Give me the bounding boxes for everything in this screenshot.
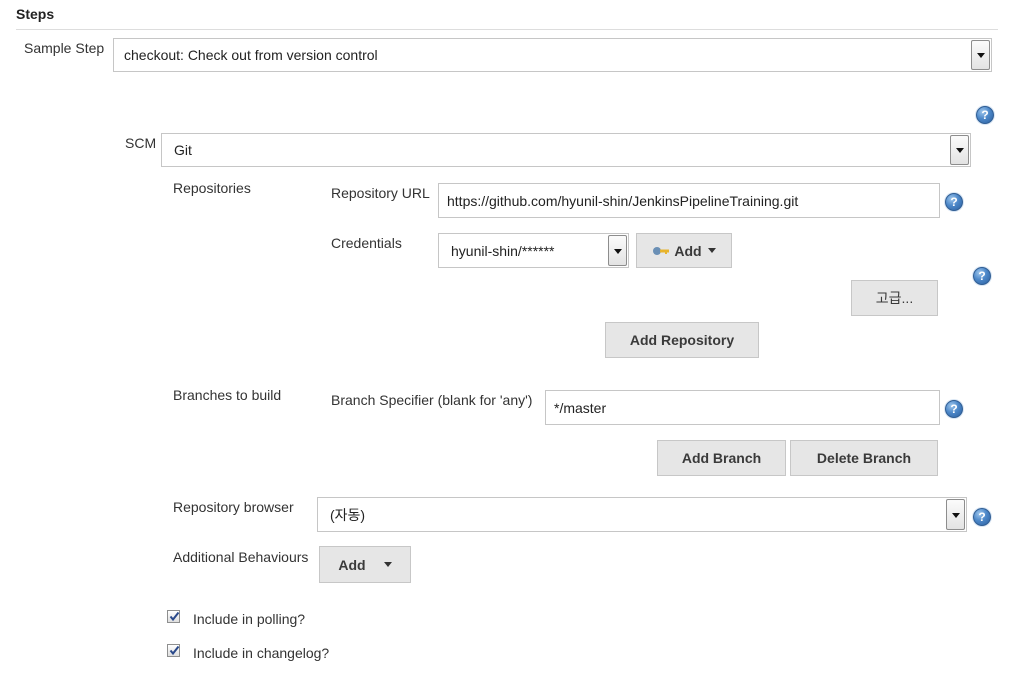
repositories-label: Repositories bbox=[173, 180, 251, 196]
scm-label: SCM bbox=[125, 135, 157, 151]
additional-behaviours-label: Additional Behaviours bbox=[173, 549, 309, 565]
include-polling-checkbox[interactable] bbox=[167, 610, 180, 623]
include-changelog-label: Include in changelog? bbox=[193, 645, 330, 661]
repository-browser-select[interactable]: (자동) bbox=[317, 497, 967, 532]
section-title: Steps bbox=[16, 6, 55, 22]
help-icon[interactable]: ? bbox=[973, 267, 991, 285]
include-changelog-checkbox[interactable] bbox=[167, 644, 180, 657]
scm-value: Git bbox=[174, 142, 192, 158]
repository-browser-label: Repository browser bbox=[173, 499, 294, 515]
add-repository-button[interactable]: Add Repository bbox=[605, 322, 759, 358]
help-icon[interactable]: ? bbox=[945, 400, 963, 418]
key-icon bbox=[652, 243, 670, 259]
additional-behaviours-add-label: Add bbox=[338, 556, 366, 573]
additional-behaviours-add-button[interactable]: Add bbox=[319, 546, 411, 583]
help-icon[interactable]: ? bbox=[976, 106, 994, 124]
branch-specifier-input[interactable] bbox=[545, 390, 940, 425]
scm-select[interactable]: Git bbox=[161, 133, 971, 167]
sample-step-label: Sample Step bbox=[24, 40, 105, 56]
chevron-down-icon bbox=[707, 248, 716, 253]
credentials-select[interactable]: hyunil-shin/****** bbox=[438, 233, 629, 268]
chevron-down-icon[interactable] bbox=[971, 40, 990, 70]
repository-url-input[interactable] bbox=[438, 183, 940, 218]
credentials-value: hyunil-shin/****** bbox=[451, 242, 555, 259]
sample-step-value: checkout: Check out from version control bbox=[124, 47, 378, 63]
delete-branch-button[interactable]: Delete Branch bbox=[790, 440, 938, 476]
advanced-button[interactable]: 고급... bbox=[851, 280, 938, 316]
chevron-down-icon[interactable] bbox=[946, 499, 965, 530]
include-polling-label: Include in polling? bbox=[193, 611, 306, 627]
branch-specifier-label: Branch Specifier (blank for 'any') bbox=[331, 392, 533, 408]
check-icon bbox=[169, 645, 180, 656]
chevron-down-icon bbox=[383, 562, 392, 567]
branches-label: Branches to build bbox=[173, 387, 282, 403]
chevron-down-icon[interactable] bbox=[608, 235, 627, 266]
help-icon[interactable]: ? bbox=[945, 193, 963, 211]
repository-url-label: Repository URL bbox=[331, 185, 430, 201]
credentials-label: Credentials bbox=[331, 235, 402, 251]
section-divider bbox=[16, 29, 998, 30]
help-icon[interactable]: ? bbox=[973, 508, 991, 526]
sample-step-select[interactable]: checkout: Check out from version control bbox=[113, 38, 992, 72]
check-icon bbox=[169, 611, 180, 622]
credentials-add-label: Add bbox=[674, 242, 702, 259]
add-branch-button[interactable]: Add Branch bbox=[657, 440, 786, 476]
credentials-add-button[interactable]: Add bbox=[636, 233, 732, 268]
repository-browser-value: (자동) bbox=[330, 506, 366, 523]
chevron-down-icon[interactable] bbox=[950, 135, 969, 165]
